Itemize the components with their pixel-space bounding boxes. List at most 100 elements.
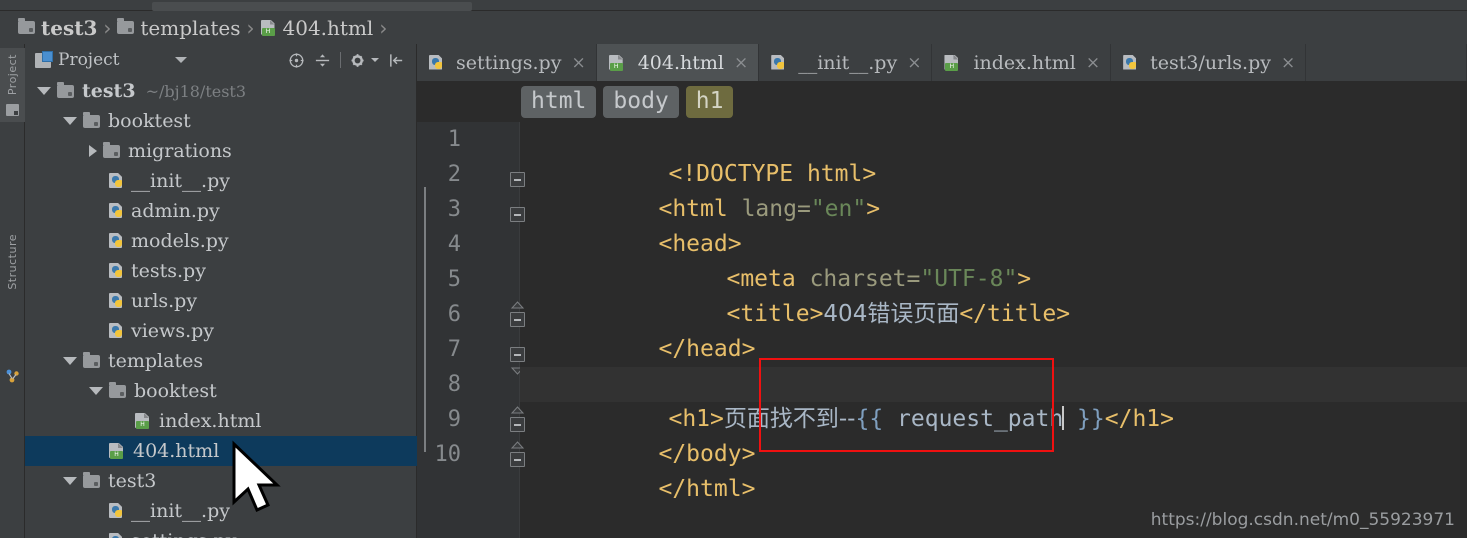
structure-chip-body[interactable]: body [603,85,679,118]
tree-item-booktest[interactable]: booktest [25,106,417,136]
folder-icon [103,141,120,158]
tree-item-migrations[interactable]: migrations [25,136,417,166]
tree-item-label: models.py [131,230,229,252]
chevron-down-icon[interactable] [63,477,77,485]
code-line-8: <h1>页面找不到--{{ request_path }}</h1> [520,367,1467,432]
tree-item-admin-py[interactable]: admin.py [25,196,417,226]
editor-tab-label: index.html [973,51,1076,74]
python-file-icon [1123,54,1139,71]
locate-icon[interactable] [288,52,305,69]
python-file-icon [109,203,125,219]
folder-icon [83,111,100,128]
tree-item-path: ~/bj18/test3 [145,81,247,101]
editor-tab-label: settings.py [456,51,562,74]
editor-tab-index-html[interactable]: Hindex.html × [932,44,1112,81]
line-number: 4 [447,232,461,257]
code-token-brace: }} [1063,406,1105,432]
project-file-tree[interactable]: test3 ~/bj18/test3 booktest migrations __ini… [25,76,417,538]
html-file-icon: H [260,19,278,36]
chevron-down-icon[interactable] [175,57,188,63]
python-file-icon [109,263,125,279]
project-panel-toolbar [288,52,411,69]
structure-chip-h1[interactable]: h1 [685,85,734,118]
chevron-down-icon[interactable] [63,357,77,365]
code-token-brace: {{ [855,406,884,432]
close-icon[interactable]: × [1281,53,1295,73]
close-icon[interactable]: × [571,53,585,73]
tree-item-label: tests.py [131,260,206,282]
python-file-icon [429,54,445,71]
chevron-down-icon[interactable] [37,87,51,95]
tree-item-templates[interactable]: templates [25,346,417,376]
code-line-6: </head> [520,297,755,362]
breadcrumb-separator: › [379,15,388,40]
tree-item-label: __init__.py [131,500,230,522]
chevron-down-icon[interactable] [371,58,379,62]
editor-tab-settings-py[interactable]: settings.py × [417,44,597,81]
tree-item---init---py[interactable]: __init__.py [25,496,417,526]
code-line-10: </html> [520,437,755,502]
code-token-tag: </title> [959,301,1071,327]
breadcrumb-item-templates[interactable]: templates [117,16,241,40]
breadcrumb-label: 404.html [282,15,374,40]
settings-gear-icon[interactable] [350,52,367,69]
collapse-all-icon[interactable] [314,52,331,69]
html-file-icon: H [944,54,961,71]
line-number: 10 [434,442,462,467]
line-number-gutter[interactable]: 1 2 3 4 5 6 7 8 9 10 [417,122,525,538]
line-number: 5 [447,267,461,292]
tree-item-settings-py[interactable]: settings.py [25,526,417,538]
tree-item-urls-py[interactable]: urls.py [25,286,417,316]
tree-item-index-html[interactable]: Hindex.html [25,406,417,436]
close-icon[interactable]: × [1086,53,1100,73]
editor-tab-bar-filler [1306,44,1467,81]
folder-icon [83,471,100,488]
folder-icon [109,381,126,398]
editor-tab-test3-urls-py[interactable]: test3/urls.py × [1111,44,1307,81]
structure-chip-html[interactable]: html [521,85,597,118]
tree-item-tests-py[interactable]: tests.py [25,256,417,286]
tree-item-404-html[interactable]: H 404.html [25,436,417,466]
git-branch-icon[interactable] [5,368,21,384]
left-tool-strip: Project Structure [0,44,25,538]
tree-item-views-py[interactable]: views.py [25,316,417,346]
tree-item-test3[interactable]: test3 ~/bj18/test3 [25,76,417,106]
tool-button-label: Project [6,54,19,96]
editor-tab-404-html[interactable]: H 404.html × [596,44,760,81]
breadcrumb-item-404html[interactable]: H 404.html [260,15,374,40]
project-panel-title-group[interactable]: Project [35,50,119,70]
chevron-down-icon[interactable] [63,117,77,125]
tree-item-label: views.py [131,320,215,342]
line-number: 8 [447,372,461,397]
line-number: 6 [447,302,461,327]
folder-icon [57,81,74,98]
code-token-tag: </html> [658,476,756,502]
chevron-right-icon[interactable] [89,145,97,157]
code-pane: 1 2 3 4 5 6 7 8 9 10 <!DOCTYPE html> <ht… [417,122,1467,538]
project-tool-window: Project test3 ~/bj18/test3 booktest migr… [25,44,417,538]
breadcrumb: test3 › templates › H 404.html › [0,11,1467,44]
code-token-string: "en" [810,196,867,222]
breadcrumb-separator: › [246,15,255,40]
tree-item-booktest[interactable]: booktest [25,376,417,406]
structure-breadcrumb-chips[interactable]: html body h1 [417,81,1467,122]
tree-item-models-py[interactable]: models.py [25,226,417,256]
folder-icon [117,18,135,34]
tree-item---init---py[interactable]: __init__.py [25,166,417,196]
tool-window-button-structure[interactable]: Structure [0,234,25,293]
pycharm-window: test3 › templates › H 404.html › Project… [0,0,1467,538]
close-icon[interactable]: × [907,53,921,73]
tree-item-label: __init__.py [131,170,230,192]
breadcrumb-item-test3[interactable]: test3 [18,16,97,40]
editor-tab-bar[interactable]: settings.py × H 404.html × __init__.py × Hindex… [417,44,1467,81]
chevron-down-icon[interactable] [89,387,103,395]
tool-window-button-project[interactable]: Project [0,48,25,123]
tree-item-test3[interactable]: test3 [25,466,417,496]
editor-tab---init---py[interactable]: __init__.py × [759,44,933,81]
breadcrumb-separator: › [103,15,112,40]
tree-item-label: booktest [108,110,191,132]
code-text[interactable]: <!DOCTYPE html> <html lang="en"> <head> … [520,122,1467,538]
code-line-4: <meta charset="UTF-8"> [588,227,1031,292]
close-icon[interactable]: × [734,53,748,73]
hide-panel-icon[interactable] [388,52,405,69]
